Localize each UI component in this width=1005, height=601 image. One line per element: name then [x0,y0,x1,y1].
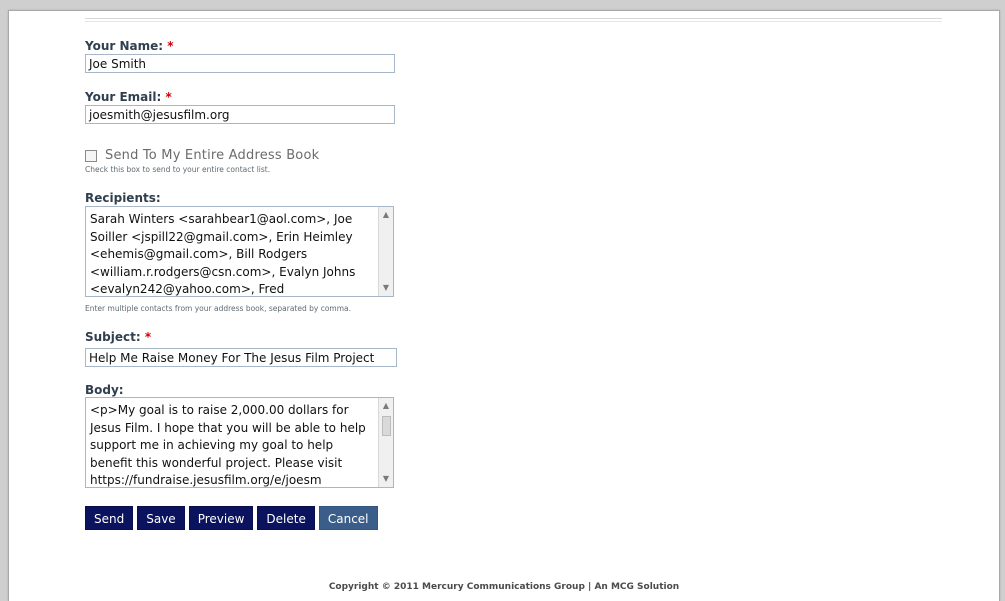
subject-label: Subject: * [85,330,151,344]
recipients-text: Sarah Winters <sarahbear1@aol.com>, Joe … [90,212,356,296]
your-name-label: Your Name: * [85,39,174,53]
preview-button[interactable]: Preview [188,506,254,530]
recipients-hint: Enter multiple contacts from your addres… [85,304,352,313]
recipients-label-text: Recipients: [85,191,161,205]
body-label: Body: [85,383,124,397]
copyright-footer: Copyright © 2011 Mercury Communications … [328,582,680,592]
body-scrollbar[interactable]: ▲ ▼ [378,398,393,487]
form-action-buttons: Send Save Preview Delete Cancel [85,506,378,530]
required-mark: * [165,90,172,104]
subject-label-text: Subject: [85,330,141,344]
your-name-label-text: Your Name: [85,39,164,53]
your-email-label: Your Email: * [85,90,172,104]
scroll-down-icon[interactable]: ▼ [381,474,391,484]
cancel-button[interactable]: Cancel [318,506,378,530]
delete-button[interactable]: Delete [257,506,315,530]
send-to-address-book-checkbox[interactable] [85,149,97,162]
body-text: <p>My goal is to raise 2,000.00 dollars … [90,403,366,487]
top-divider [85,18,942,19]
page-container: Your Name: * Joe Smith Your Email: * joe… [8,10,1000,601]
body-textarea[interactable]: <p>My goal is to raise 2,000.00 dollars … [85,397,394,488]
send-to-address-book-label[interactable]: Send To My Entire Address Book [105,148,319,163]
save-button[interactable]: Save [137,506,185,530]
address-book-option: Send To My Entire Address Book [85,148,319,163]
address-book-hint: Check this box to send to your entire co… [85,165,271,174]
your-name-input[interactable]: Joe Smith [85,54,395,73]
send-button[interactable]: Send [85,506,134,530]
your-email-label-text: Your Email: [85,90,162,104]
required-mark: * [167,39,174,53]
recipients-textarea[interactable]: Sarah Winters <sarahbear1@aol.com>, Joe … [85,206,394,297]
recipients-label: Recipients: [85,191,161,205]
recipients-scrollbar[interactable]: ▲ ▼ [378,207,393,296]
required-mark: * [144,330,152,344]
your-email-input[interactable]: joesmith@jesusfilm.org [85,105,395,124]
subject-input[interactable]: Help Me Raise Money For The Jesus Film P… [85,348,397,367]
body-label-text: Body: [85,383,124,397]
scrollbar-thumb[interactable] [382,416,391,436]
top-divider-secondary [85,21,942,22]
scroll-up-icon[interactable]: ▲ [381,401,391,411]
scroll-down-icon[interactable]: ▼ [381,283,391,293]
scroll-up-icon[interactable]: ▲ [381,210,391,220]
